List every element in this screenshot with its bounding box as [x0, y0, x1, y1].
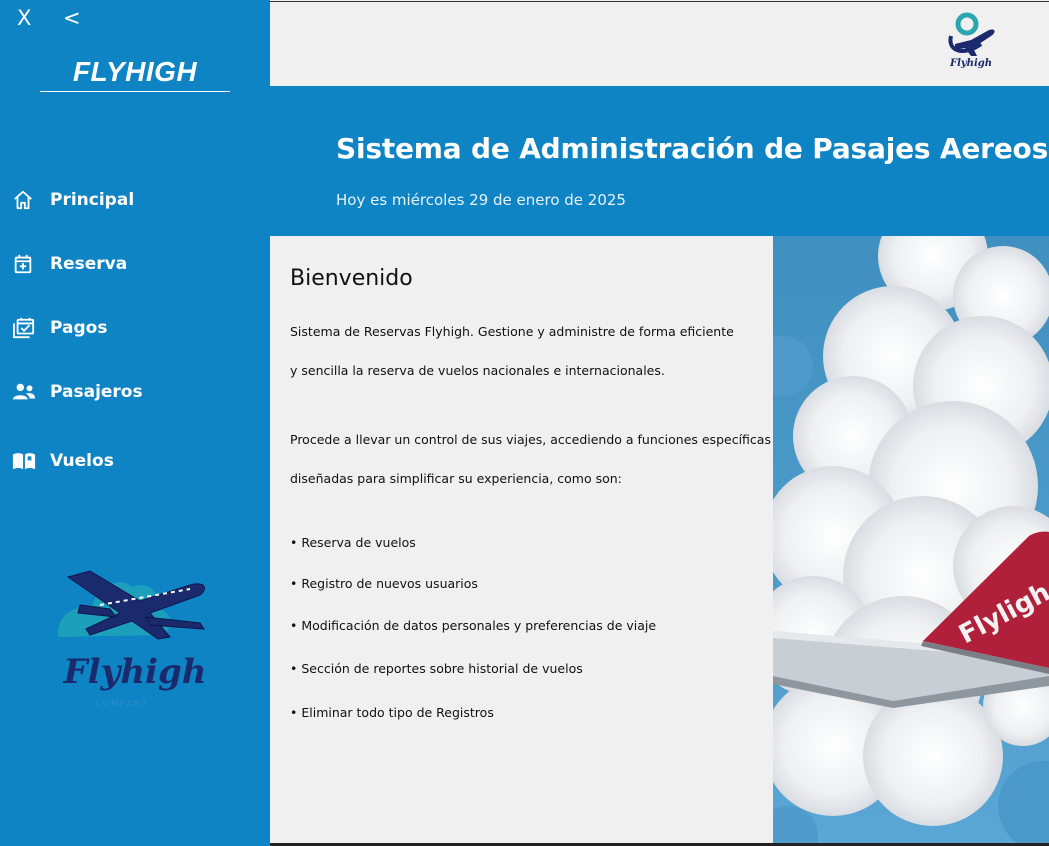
sidebar-brand: FLYHIGH [72, 56, 198, 87]
back-button[interactable]: < [63, 6, 81, 30]
flyhigh-logo: Flyhigh COMPANY [57, 570, 207, 708]
intro-line: y sencilla la reserva de vuelos nacional… [290, 363, 665, 378]
current-date: Hoy es miércoles 29 de enero de 2025 [336, 191, 626, 209]
sidebar-item-pagos[interactable]: Pagos [12, 314, 107, 342]
header-banner: Sistema de Administración de Pasajes Aer… [270, 86, 1049, 236]
header-logo: Flyhigh [948, 12, 995, 69]
people-icon [12, 380, 38, 404]
top-bar: Flyhigh [270, 1, 1049, 87]
sidebar-item-label: Pagos [50, 318, 108, 338]
brand-divider [40, 91, 230, 92]
logo-wordmark: Flyhigh [63, 652, 207, 692]
sidebar: X < FLYHIGH Principal Reserva Pagos Pasa… [0, 0, 270, 846]
calendar-check-icon [12, 316, 38, 340]
header-logo-text: Flyhigh [949, 58, 992, 69]
sidebar-item-label: Principal [50, 190, 135, 210]
feature-item: • Reserva de vuelos [290, 535, 416, 550]
home-icon [12, 188, 38, 212]
sidebar-item-principal[interactable]: Principal [12, 186, 134, 214]
feature-item: • Registro de nuevos usuarios [290, 576, 478, 591]
intro-line: diseñadas para simplificar su experienci… [290, 471, 622, 486]
airplane-wing-photo: Flyligh [773, 236, 1049, 846]
calendar-plus-icon [12, 252, 38, 276]
intro-line: Procede a llevar un control de sus viaje… [290, 432, 771, 447]
close-button[interactable]: X [17, 6, 31, 30]
page-title: Sistema de Administración de Pasajes Aer… [336, 132, 1049, 165]
book-open-icon [12, 449, 38, 473]
feature-item: • Modificación de datos personales y pre… [290, 618, 657, 633]
feature-item: • Eliminar todo tipo de Registros [290, 705, 494, 720]
intro-line: Sistema de Reservas Flyhigh. Gestione y … [290, 324, 734, 339]
sidebar-item-label: Vuelos [50, 451, 114, 471]
sidebar-item-vuelos[interactable]: Vuelos [12, 447, 114, 475]
sidebar-item-label: Reserva [50, 254, 128, 274]
welcome-panel: Bienvenido Sistema de Reservas Flyhigh. … [270, 236, 773, 846]
sidebar-item-reserva[interactable]: Reserva [12, 250, 127, 278]
feature-item: • Sección de reportes sobre historial de… [290, 661, 583, 676]
logo-tagline: COMPANY [95, 699, 148, 708]
sidebar-item-label: Pasajeros [50, 382, 143, 402]
sidebar-item-pasajeros[interactable]: Pasajeros [12, 378, 143, 406]
welcome-heading: Bienvenido [290, 266, 413, 291]
